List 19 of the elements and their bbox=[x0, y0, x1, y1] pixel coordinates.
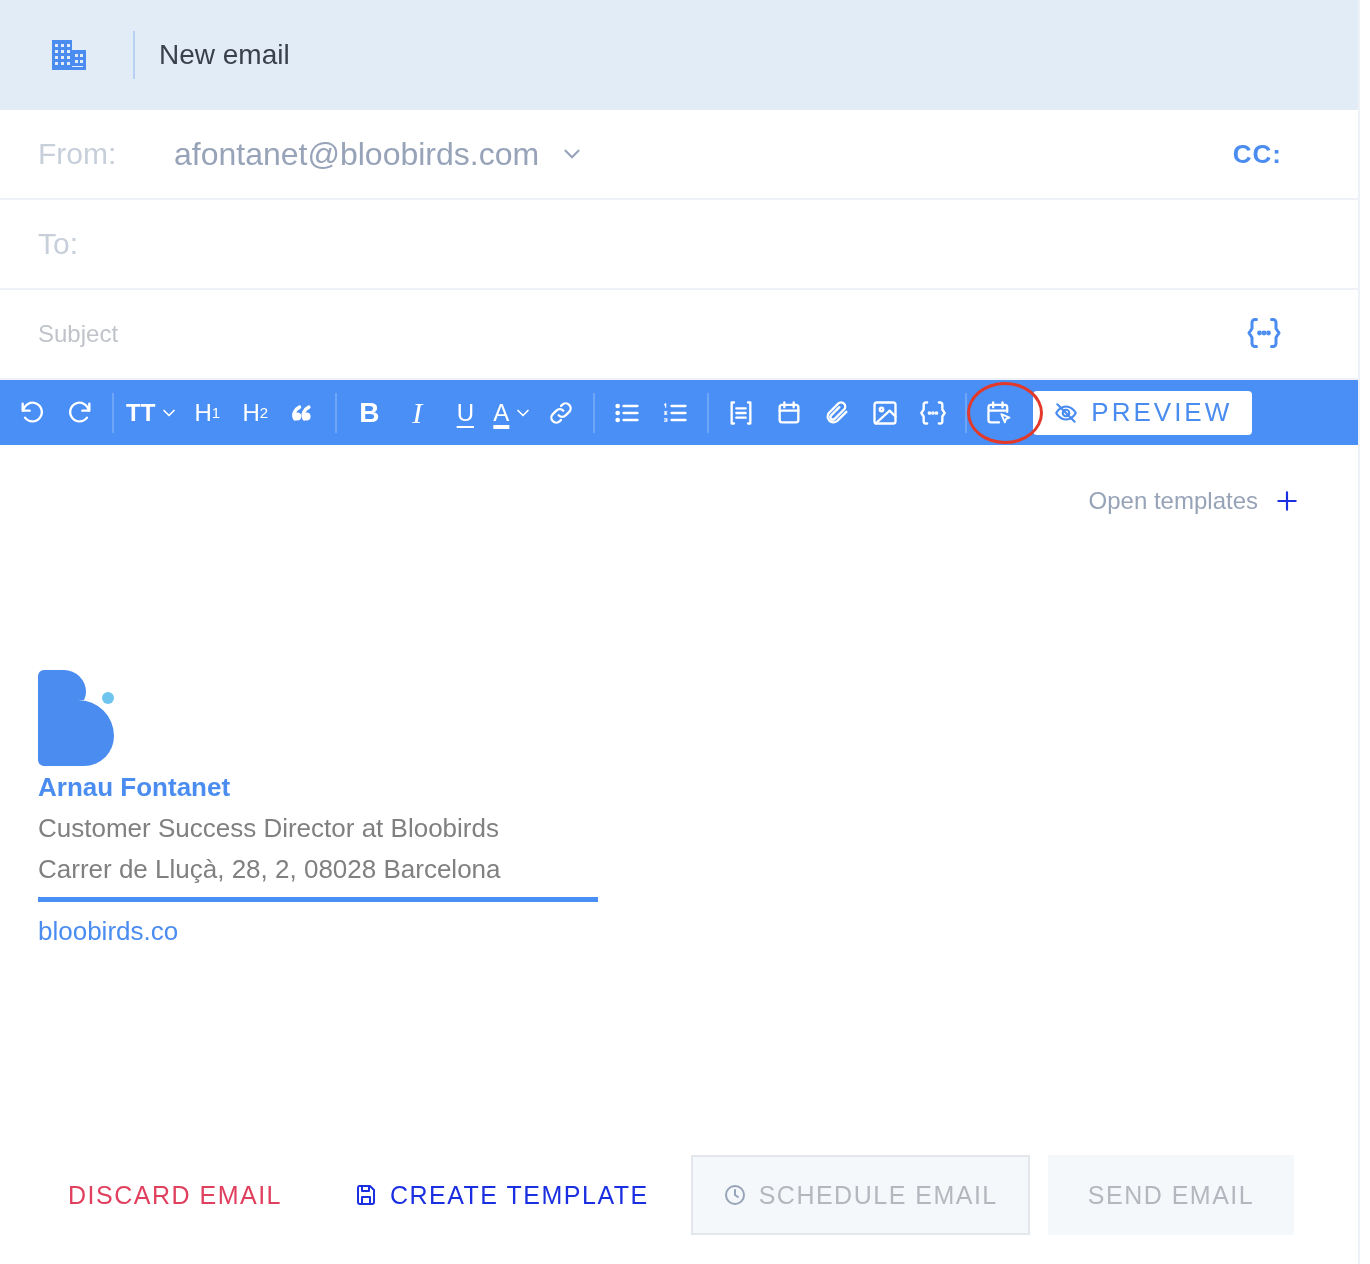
from-field[interactable]: afontanet@bloobirds.com bbox=[174, 135, 540, 173]
signature-line: Customer Success Director at Bloobirds bbox=[38, 813, 500, 844]
website-link[interactable]: bloobirds.co bbox=[38, 916, 179, 947]
signature-line: Carrer de Lluçà, 28, 2, 08028 Barcelona bbox=[38, 854, 502, 885]
to-label: To: bbox=[38, 227, 80, 261]
preview-button[interactable]: PREVIEW bbox=[1033, 390, 1253, 435]
window-title: New email bbox=[159, 39, 290, 71]
italic-button[interactable]: I bbox=[397, 391, 438, 434]
bold-button[interactable]: B bbox=[349, 391, 390, 434]
text-size-button[interactable]: TT bbox=[126, 391, 180, 434]
subject-field[interactable]: Subject bbox=[38, 320, 119, 348]
color-button[interactable]: A bbox=[493, 391, 534, 434]
open-templates-button[interactable]: Open templates bbox=[1088, 487, 1300, 515]
underline-button[interactable]: U bbox=[445, 391, 486, 434]
from-label: From: bbox=[38, 137, 118, 171]
template-button[interactable]: CREATE TEMPLATE bbox=[324, 1155, 679, 1235]
discard-button[interactable]: DISCARD EMAIL bbox=[38, 1155, 312, 1235]
cc-button[interactable]: CC: bbox=[1232, 138, 1282, 170]
signature-name: Arnau Fontanet bbox=[38, 772, 232, 803]
